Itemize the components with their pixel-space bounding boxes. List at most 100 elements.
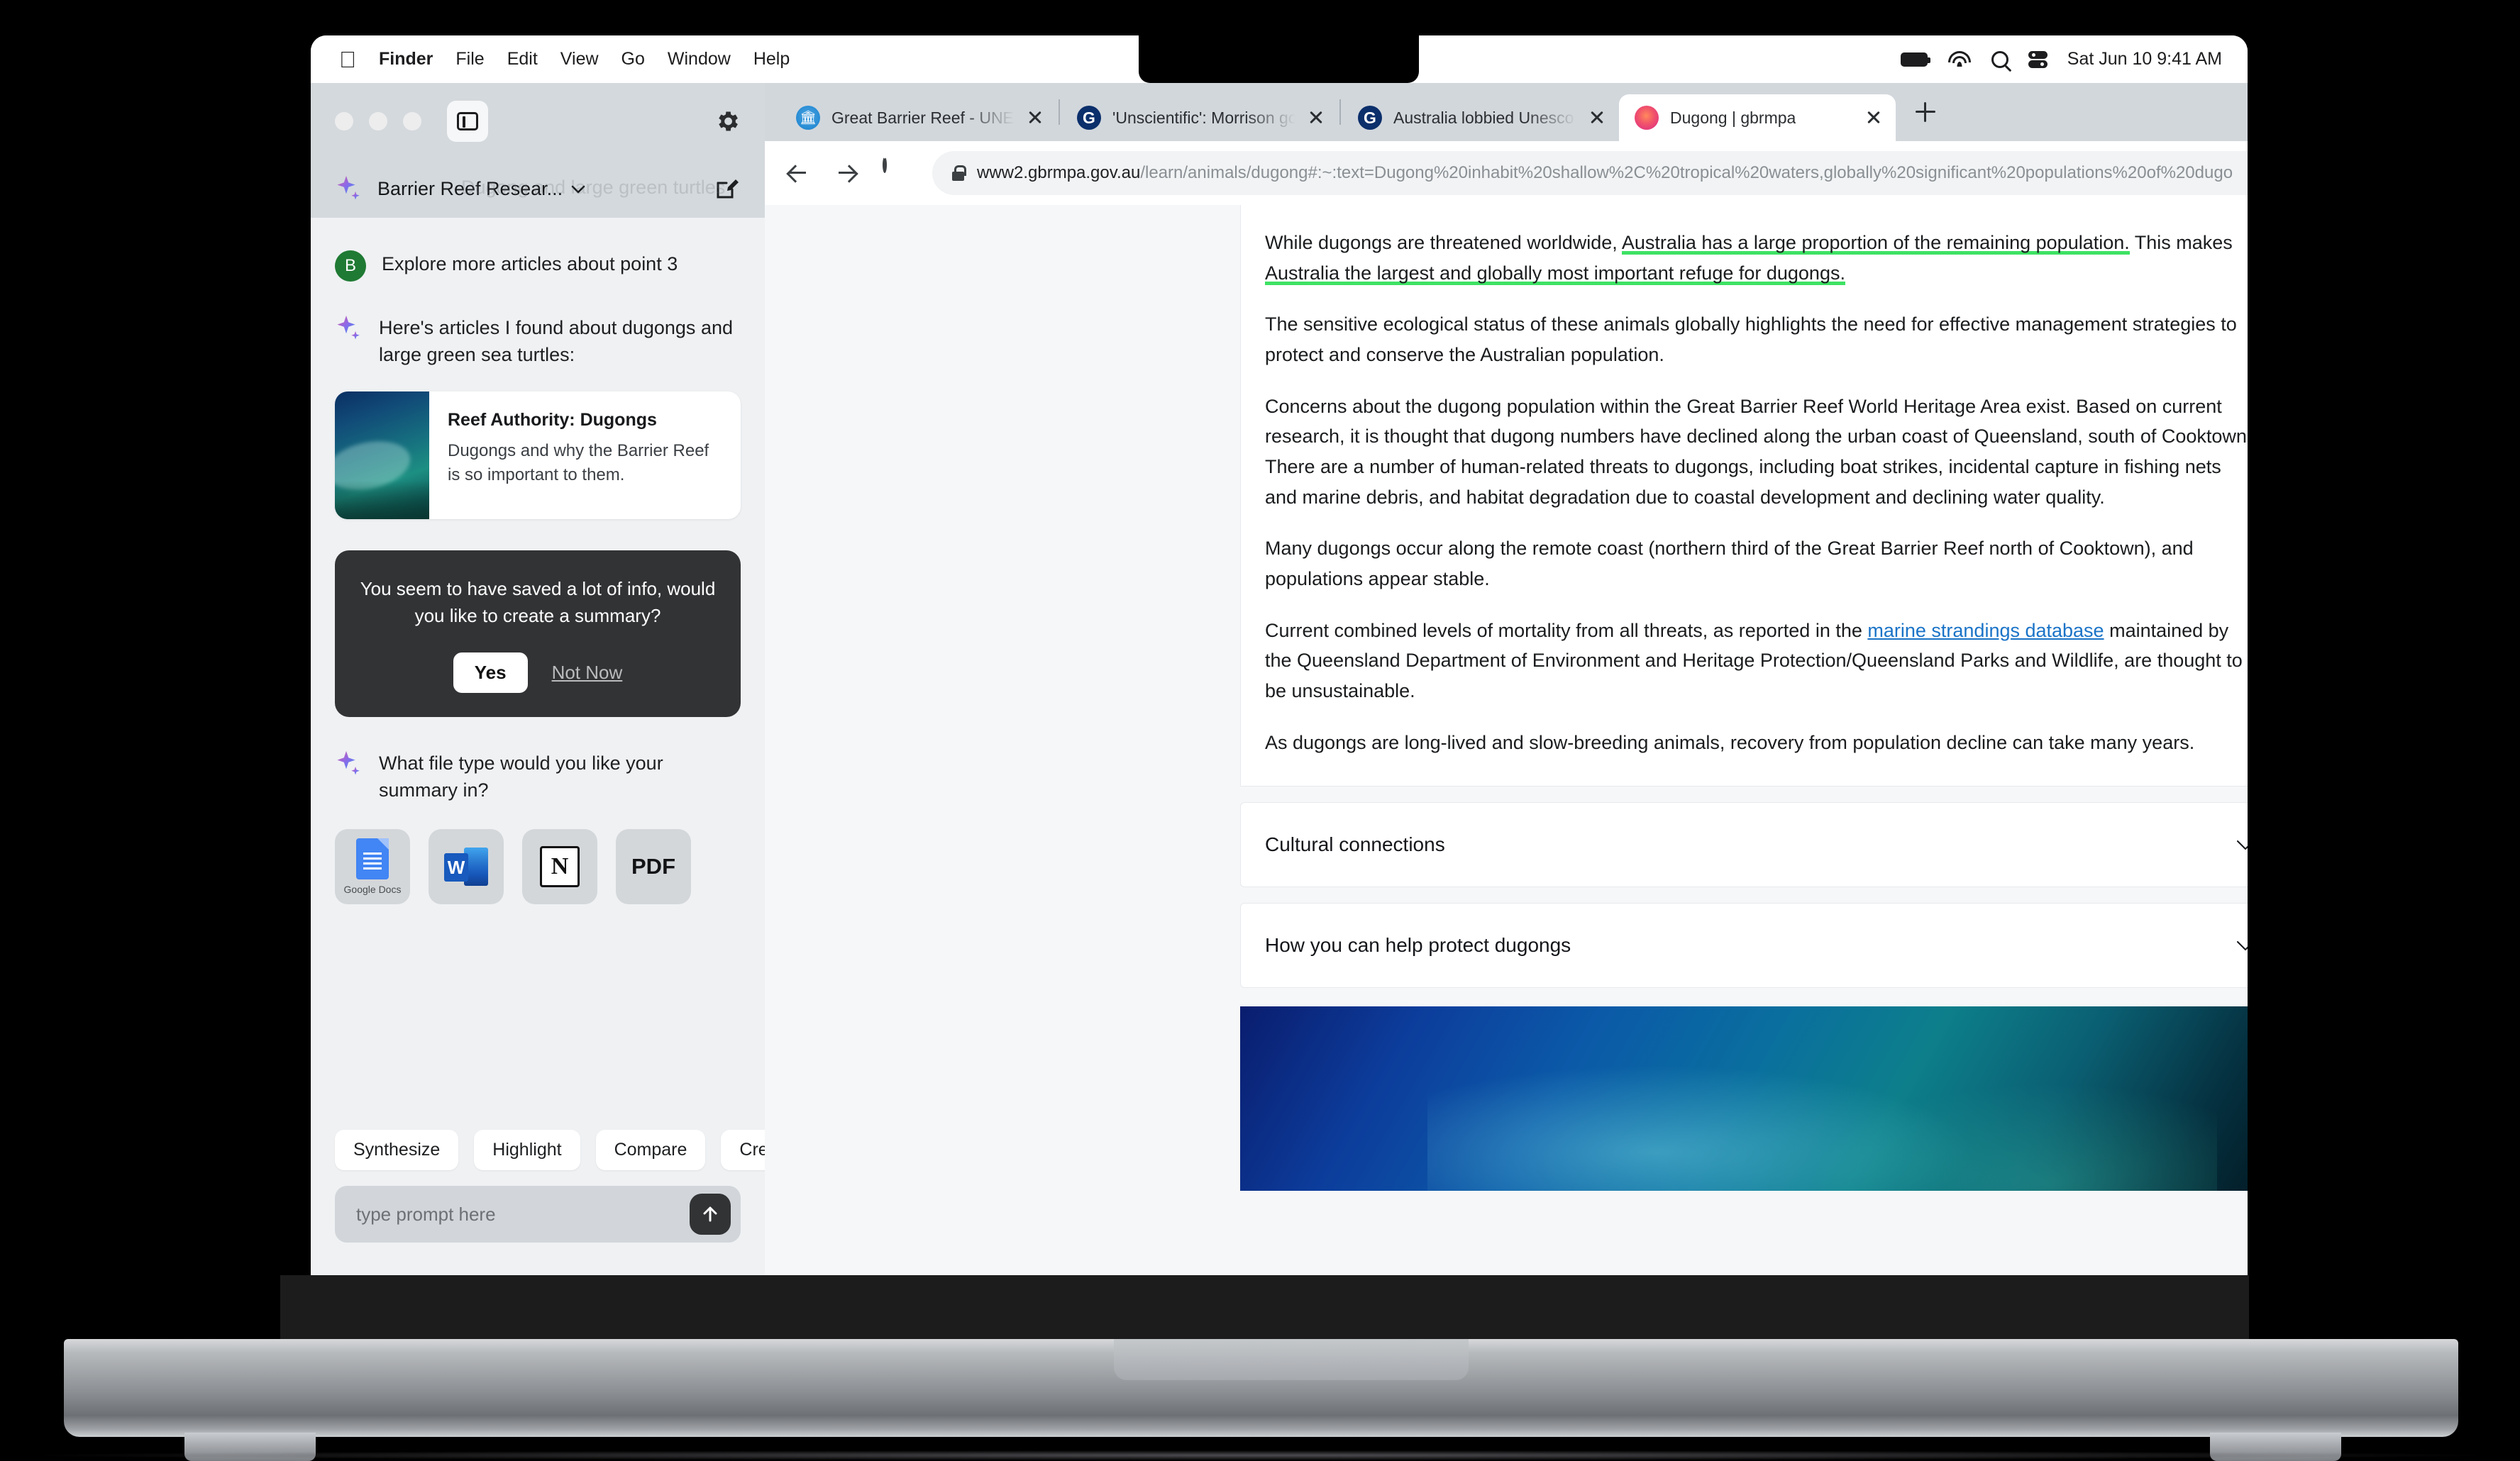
quick-action-chips: Synthesize Highlight Compare Create xyxy=(335,1130,765,1170)
chevron-down-icon xyxy=(2236,840,2248,850)
menu-item-edit[interactable]: Edit xyxy=(507,49,538,70)
assistant-message: What file type would you like your summa… xyxy=(335,750,741,804)
paragraph-2: The sensitive ecological status of these… xyxy=(1265,313,2237,365)
sparkle-icon xyxy=(335,174,363,203)
not-now-button[interactable]: Not Now xyxy=(552,662,623,684)
assistant-message-list: B Explore more articles about point 3 He… xyxy=(311,250,765,905)
highlighted-text: Australia the largest and globally most … xyxy=(1265,262,1845,284)
laptop-screen:  Finder File Edit View Go Window Help xyxy=(311,35,2248,1275)
browser-tab-unesco[interactable]: 🏛 Great Barrier Reef - UNESCO Wo xyxy=(780,94,1057,141)
menu-item-view[interactable]: View xyxy=(560,49,599,70)
chip-highlight[interactable]: Highlight xyxy=(474,1130,580,1170)
menu-bar-clock[interactable]: Sat Jun 10 9:41 AM xyxy=(2067,49,2222,70)
filetype-options: Google Docs W N PDF xyxy=(335,829,741,905)
filetype-pdf-button[interactable]: PDF xyxy=(616,829,691,905)
article-card[interactable]: Reef Authority: Dugongs Dugongs and why … xyxy=(335,391,741,519)
address-bar[interactable]: www2.gbrmpa.gov.au/learn/animals/dugong#… xyxy=(932,151,2248,195)
assistant-title-bar xyxy=(311,83,765,160)
marine-strandings-database-link[interactable]: marine strandings database xyxy=(1867,620,2104,641)
arrow-up-icon xyxy=(703,1206,717,1222)
settings-gear-button[interactable] xyxy=(714,108,741,135)
chip-compare[interactable]: Compare xyxy=(595,1130,706,1170)
microsoft-word-icon: W xyxy=(444,845,488,889)
menu-item-go[interactable]: Go xyxy=(621,49,645,70)
control-center-icon[interactable] xyxy=(2028,50,2048,68)
menu-item-finder[interactable]: Finder xyxy=(379,49,433,70)
paragraph-5: Current combined levels of mortality fro… xyxy=(1265,619,2243,701)
accordion-cultural-connections[interactable]: Cultural connections xyxy=(1240,802,2248,888)
article-title: Reef Authority: Dugongs xyxy=(448,409,657,430)
browser-tab-dugong[interactable]: Dugong | gbrmpa xyxy=(1619,94,1896,141)
tab-title: Dugong | gbrmpa xyxy=(1670,108,1796,127)
menu-bar-left:  Finder File Edit View Go Window Help xyxy=(311,48,790,71)
wifi-icon[interactable] xyxy=(1947,50,1972,68)
url-domain: www2.gbrmpa.gov.au xyxy=(977,163,1141,182)
close-tab-button[interactable] xyxy=(1307,109,1325,127)
battery-icon[interactable] xyxy=(1900,52,1930,67)
menu-bar-status: Sat Jun 10 9:41 AM xyxy=(1900,49,2248,70)
gbrmpa-favicon-icon xyxy=(1635,106,1659,130)
prompt-input-bar[interactable]: type prompt here xyxy=(335,1186,741,1243)
window-traffic-lights[interactable] xyxy=(335,112,421,130)
tab-title: Great Barrier Reef - UNESCO Wo xyxy=(831,108,1015,127)
laptop-base-notch xyxy=(1114,1339,1469,1380)
close-tab-button[interactable] xyxy=(1026,109,1044,127)
reload-button[interactable] xyxy=(883,157,911,187)
laptop-shadow xyxy=(43,1450,2476,1460)
filetype-question-text: What file type would you like your summa… xyxy=(379,752,663,801)
guardian-favicon-icon: G xyxy=(1077,106,1101,130)
lock-icon xyxy=(952,165,966,181)
assistant-message: B Explore more articles about point 3 xyxy=(335,250,741,282)
reload-icon xyxy=(883,157,887,173)
browser-toolbar: www2.gbrmpa.gov.au/learn/animals/dugong#… xyxy=(765,141,2248,205)
macbook-notch xyxy=(1139,35,1419,83)
close-window-button[interactable] xyxy=(335,112,353,130)
filetype-google-docs-button[interactable]: Google Docs xyxy=(335,829,410,905)
summary-suggestion-text: You seem to have saved a lot of info, wo… xyxy=(360,577,716,626)
laptop-lid-bottom xyxy=(280,1275,2249,1343)
menu-item-help[interactable]: Help xyxy=(753,49,790,70)
browser-tab-guardian-unscientific[interactable]: G 'Unscientific': Morrison governm xyxy=(1061,94,1338,141)
tab-title: 'Unscientific': Morrison governm xyxy=(1112,108,1295,127)
back-arrow-icon[interactable] xyxy=(783,159,812,187)
screenshot-stage:  Finder File Edit View Go Window Help xyxy=(0,0,2520,1461)
minimize-window-button[interactable] xyxy=(369,112,387,130)
yes-button[interactable]: Yes xyxy=(453,652,528,693)
forward-arrow-icon[interactable] xyxy=(833,159,861,187)
accordion-how-you-can-help[interactable]: How you can help protect dugongs xyxy=(1240,903,2248,989)
message-text: Here's articles I found about dugongs an… xyxy=(379,317,733,366)
summary-suggestion-actions: Yes Not Now xyxy=(359,652,717,693)
tab-title: Australia lobbied Unesco to rem xyxy=(1393,108,1576,127)
chip-synthesize[interactable]: Synthesize xyxy=(335,1130,459,1170)
chip-create[interactable]: Create xyxy=(721,1130,765,1170)
sparkle-icon xyxy=(335,750,363,778)
menu-item-file[interactable]: File xyxy=(455,49,484,70)
assistant-message: Here's articles I found about dugongs an… xyxy=(335,314,741,369)
assistant-panel: Dugong and large green turtles Barrier R… xyxy=(311,83,765,1275)
maximize-window-button[interactable] xyxy=(403,112,421,130)
filetype-notion-button[interactable]: N xyxy=(522,829,597,905)
accordion-label: How you can help protect dugongs xyxy=(1265,934,1571,957)
filetype-word-button[interactable]: W xyxy=(429,829,504,905)
message-text: Explore more articles about point 3 xyxy=(382,253,678,274)
page-viewport[interactable]: While dugongs are threatened worldwide, … xyxy=(765,205,2248,1275)
highlighted-text: Australia has a large proportion of the … xyxy=(1621,232,2130,253)
sidebar-toggle-button[interactable] xyxy=(447,101,488,142)
pdf-icon: PDF xyxy=(631,854,675,879)
summary-suggestion-card: You seem to have saved a lot of info, wo… xyxy=(335,550,741,717)
apple-logo-icon[interactable]:  xyxy=(339,48,356,71)
menu-item-window[interactable]: Window xyxy=(668,49,731,70)
accordion-label: Cultural connections xyxy=(1265,833,1445,856)
send-prompt-button[interactable] xyxy=(690,1194,731,1235)
browser-tab-guardian-lobbied[interactable]: G Australia lobbied Unesco to rem xyxy=(1342,94,1619,141)
guardian-favicon-icon: G xyxy=(1358,106,1382,130)
article-description: Dugongs and why the Barrier Reef is so i… xyxy=(448,440,709,484)
close-tab-button[interactable] xyxy=(1864,109,1883,127)
page-content-column: While dugongs are threatened worldwide, … xyxy=(1240,205,2248,1191)
spotlight-search-icon[interactable] xyxy=(1991,50,2008,68)
tab-separator xyxy=(1059,99,1060,125)
close-tab-button[interactable] xyxy=(1588,109,1606,127)
new-tab-button[interactable] xyxy=(1906,92,1945,132)
google-docs-icon xyxy=(356,838,389,880)
assistant-conversation-header: Dugong and large green turtles Barrier R… xyxy=(311,160,765,218)
